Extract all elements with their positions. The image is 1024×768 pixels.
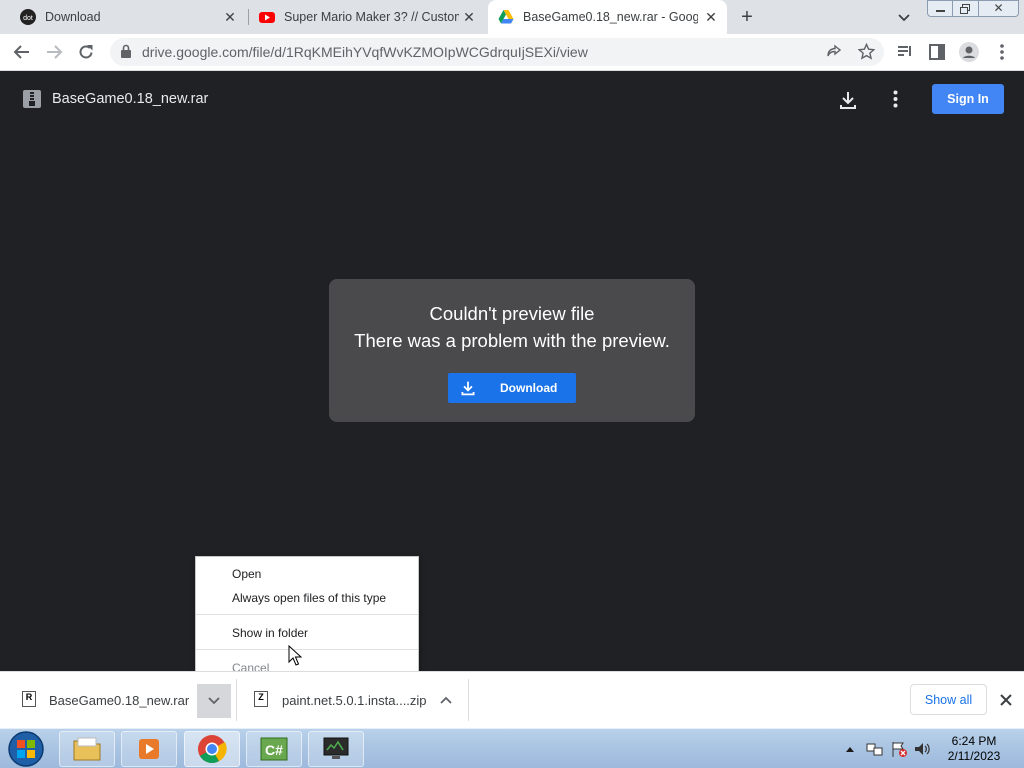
menu-divider (196, 614, 418, 615)
url-text: drive.google.com/file/d/1RqKMEihYVqfWvKZ… (142, 44, 588, 60)
tab-title: BaseGame0.18_new.rar - Google (523, 10, 698, 24)
volume-icon[interactable] (913, 740, 931, 758)
tab-super-mario[interactable]: Super Mario Maker 3? // Custom ✕ (249, 0, 485, 34)
chrome-icon (198, 735, 227, 763)
tab-title: Download (45, 10, 101, 24)
sign-in-button[interactable]: Sign In (932, 84, 1004, 114)
close-tab-icon[interactable]: ✕ (222, 9, 238, 25)
archive-file-icon (23, 90, 41, 108)
menu-item-open[interactable]: Open (232, 567, 261, 581)
show-hidden-icons-icon[interactable] (845, 745, 855, 753)
tab-strip: dot Download ✕ Super Mario Maker 3? // C… (0, 0, 1024, 34)
shelf-divider (236, 679, 237, 721)
preview-error-message: There was a problem with the preview. (354, 330, 670, 351)
start-button-icon[interactable] (6, 730, 46, 768)
minimize-icon[interactable] (927, 0, 953, 17)
menu-item-always-open[interactable]: Always open files of this type (232, 591, 386, 605)
svg-text:C#: C# (265, 742, 283, 758)
tab-title: Super Mario Maker 3? // Custom (284, 10, 459, 24)
restore-icon[interactable] (953, 0, 979, 17)
download-item-menu-button[interactable] (197, 684, 231, 718)
browser-toolbar: drive.google.com/file/d/1RqKMEihYVqfWvKZ… (0, 34, 1024, 71)
forward-icon[interactable] (42, 40, 66, 64)
close-shelf-icon[interactable] (1000, 694, 1012, 706)
tab-download[interactable]: dot Download ✕ (10, 0, 246, 34)
clock-date: 2/11/2023 (947, 749, 1001, 763)
download-item-name[interactable]: paint.net.5.0.1.insta....zip (282, 693, 427, 708)
network-icon[interactable] (866, 740, 884, 758)
window-controls: ✕ (927, 0, 1019, 17)
taskbar-media-player[interactable] (121, 731, 177, 767)
drive-viewer-header: BaseGame0.18_new.rar Sign In (0, 71, 1024, 127)
download-icon[interactable] (838, 90, 858, 110)
close-tab-icon[interactable]: ✕ (703, 9, 719, 25)
bookmark-star-icon[interactable] (858, 43, 875, 60)
download-item-name[interactable]: BaseGame0.18_new.rar (49, 693, 189, 708)
download-button-label: Download (500, 381, 558, 395)
lock-icon[interactable] (120, 44, 132, 59)
close-tab-icon[interactable]: ✕ (461, 9, 477, 25)
windows-taskbar: C# 6:24 PM 2/11/2023 (0, 728, 1024, 768)
download-button[interactable]: Download (448, 373, 576, 403)
clock-time: 6:24 PM (951, 734, 997, 748)
csharp-icon: C# (260, 737, 288, 761)
media-player-icon (139, 739, 159, 759)
taskbar-csharp-app[interactable]: C# (246, 731, 302, 767)
download-icon (461, 381, 475, 396)
download-context-menu: Open Always open files of this type Show… (195, 556, 419, 680)
menu-item-show-in-folder[interactable]: Show in folder (232, 626, 308, 640)
show-all-button[interactable]: Show all (910, 684, 987, 715)
preview-error-title: Couldn't preview file (429, 303, 595, 324)
download-shelf: R BaseGame0.18_new.rar Z paint.net.5.0.1… (0, 671, 1024, 728)
menu-divider (196, 649, 418, 650)
chrome-menu-icon[interactable] (990, 40, 1014, 64)
dot-icon: dot (20, 9, 36, 25)
google-drive-icon (498, 10, 514, 24)
monitor-icon (323, 737, 349, 759)
address-bar[interactable]: drive.google.com/file/d/1RqKMEihYVqfWvKZ… (110, 38, 884, 66)
tab-search-chevron-icon[interactable] (897, 10, 911, 24)
share-icon[interactable] (826, 44, 842, 60)
chevron-down-icon (208, 697, 220, 705)
chevron-up-icon[interactable] (440, 696, 452, 704)
reading-list-icon[interactable] (893, 40, 917, 64)
profile-avatar-icon[interactable] (957, 40, 981, 64)
taskbar-explorer[interactable] (59, 731, 115, 767)
svg-text:dot: dot (23, 15, 33, 22)
shelf-divider (468, 679, 469, 721)
back-icon[interactable] (10, 40, 34, 64)
mouse-cursor-icon (288, 645, 302, 666)
rar-file-icon: R (22, 691, 36, 707)
preview-error-card: Couldn't preview file There was a proble… (329, 279, 695, 422)
zip-file-icon: Z (254, 691, 268, 707)
system-clock[interactable]: 6:24 PM 2/11/2023 (944, 734, 1004, 764)
tab-basegame-drive[interactable]: BaseGame0.18_new.rar - Google ✕ (488, 0, 727, 34)
new-tab-icon[interactable]: + (737, 7, 757, 27)
folder-icon (73, 737, 101, 761)
taskbar-monitor-app[interactable] (308, 731, 364, 767)
reload-icon[interactable] (74, 40, 98, 64)
taskbar-chrome[interactable] (184, 731, 240, 767)
close-window-icon[interactable]: ✕ (979, 0, 1019, 17)
action-center-flag-icon[interactable] (890, 740, 908, 758)
more-options-icon[interactable] (893, 90, 898, 108)
side-panel-icon[interactable] (925, 40, 949, 64)
youtube-icon (259, 12, 275, 23)
file-name: BaseGame0.18_new.rar (52, 91, 209, 107)
